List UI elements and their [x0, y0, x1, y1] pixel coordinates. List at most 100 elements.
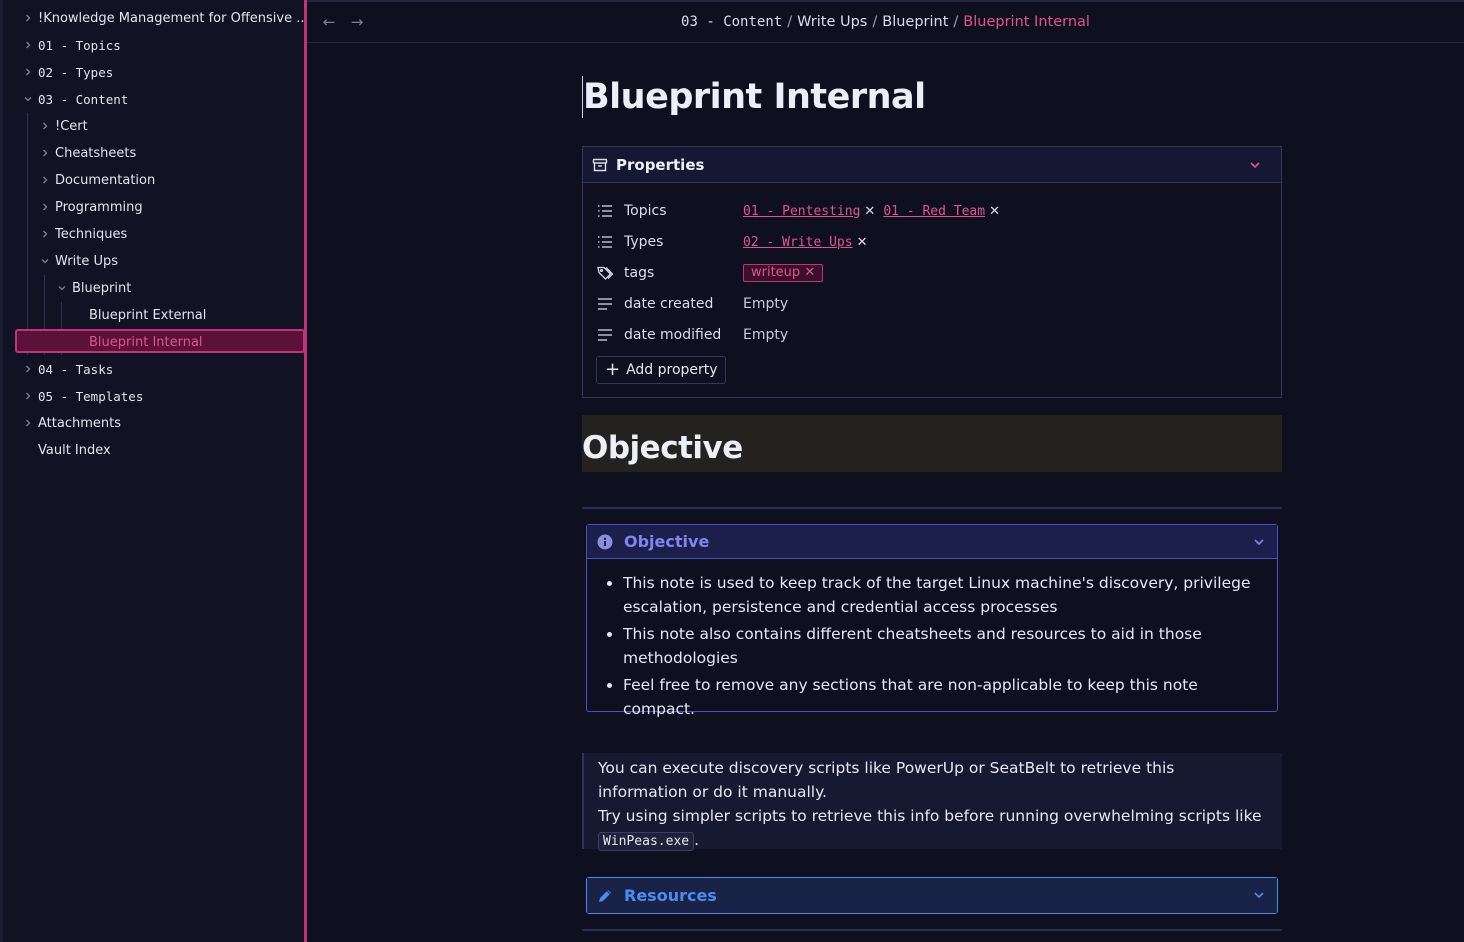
- inline-code: WinPeas.exe: [598, 832, 695, 851]
- topic-link[interactable]: 01 - Red Team: [883, 204, 985, 219]
- tags-icon: [597, 266, 613, 280]
- archive-icon: [592, 158, 608, 171]
- breadcrumb-item[interactable]: Write Ups: [797, 14, 867, 30]
- tree-folder[interactable]: Attachments: [21, 410, 121, 436]
- tree-item-label: 02 - Types: [38, 64, 114, 80]
- chevron-right-icon[interactable]: [21, 389, 35, 403]
- tree-folder[interactable]: Cheatsheets: [38, 140, 136, 166]
- list-icon: [598, 205, 612, 217]
- tree-item-label: Blueprint Internal: [89, 334, 203, 350]
- tree-item-label: 05 - Templates: [38, 388, 144, 404]
- page-title[interactable]: Blueprint Internal: [582, 76, 926, 118]
- callout-title: Objective: [624, 532, 710, 551]
- type-link[interactable]: 02 - Write Ups: [743, 235, 853, 250]
- chevron-right-icon[interactable]: [38, 200, 52, 214]
- plus-icon: +: [605, 359, 621, 380]
- text-icon: [598, 298, 612, 310]
- tree-folder[interactable]: 01 - Topics: [21, 32, 121, 58]
- tree-folder[interactable]: !Knowledge Management for Offensive ...: [21, 5, 304, 31]
- editor-pane: ← → 03 - Content / Write Ups / Blueprint / Blu…: [307, 0, 1464, 942]
- info-icon: [597, 534, 613, 549]
- tree-folder[interactable]: 05 - Templates: [21, 383, 143, 409]
- property-row-date-created: date created Empty: [597, 292, 788, 316]
- tree-folder[interactable]: Techniques: [38, 221, 127, 247]
- tree-item-label: !Knowledge Management for Offensive ...: [38, 10, 304, 26]
- add-property-button[interactable]: + Add property: [596, 356, 726, 384]
- property-key[interactable]: tags: [624, 265, 654, 281]
- chevron-right-icon[interactable]: [21, 362, 35, 376]
- callout-resources: Resources: [586, 877, 1278, 914]
- list-item: This note is used to keep track of the t…: [623, 571, 1263, 619]
- list-item: This note also contains different cheats…: [623, 622, 1263, 670]
- property-key[interactable]: date created: [624, 296, 713, 312]
- chevron-right-icon[interactable]: [21, 11, 35, 25]
- tree-file-active[interactable]: Blueprint Internal: [72, 329, 203, 355]
- tree-item-label: Write Ups: [55, 253, 118, 269]
- chevron-right-icon[interactable]: [21, 65, 35, 79]
- pencil-icon: [599, 889, 611, 902]
- breadcrumb-item[interactable]: 03 - Content: [681, 14, 782, 30]
- tree-item-label: !Cert: [55, 118, 88, 134]
- remove-tag-icon[interactable]: ✕: [804, 265, 815, 280]
- properties-header[interactable]: Properties: [583, 147, 1281, 183]
- properties-label: Properties: [616, 155, 705, 174]
- chevron-down-icon[interactable]: [1253, 889, 1265, 901]
- add-property-label: Add property: [626, 362, 718, 378]
- chevron-right-icon[interactable]: [38, 227, 52, 241]
- chevron-down-icon[interactable]: [55, 281, 69, 295]
- callout-body: This note is used to keep track of the t…: [587, 559, 1277, 736]
- property-key[interactable]: Types: [624, 234, 663, 250]
- chevron-right-icon[interactable]: [38, 119, 52, 133]
- remove-icon[interactable]: ✕: [989, 204, 1000, 219]
- chevron-down-icon[interactable]: [1253, 536, 1265, 548]
- property-row-tags: tags writeup ✕: [597, 261, 824, 285]
- tree-item-label: Programming: [55, 199, 143, 215]
- quote-text: .: [694, 831, 700, 849]
- tree-folder[interactable]: Programming: [38, 194, 143, 220]
- callout-header[interactable]: Objective: [587, 525, 1277, 559]
- list-icon: [598, 236, 612, 248]
- tree-item-label: Attachments: [38, 415, 121, 431]
- heading-objective[interactable]: Objective: [582, 430, 743, 466]
- topic-link[interactable]: 01 - Pentesting: [743, 204, 860, 219]
- tree-file[interactable]: Blueprint External: [72, 302, 206, 328]
- tag-pill[interactable]: writeup ✕: [743, 264, 824, 282]
- tree-file[interactable]: Vault Index: [21, 437, 111, 463]
- tag-label: writeup: [751, 265, 801, 280]
- blockquote[interactable]: You can execute discovery scripts like P…: [582, 753, 1282, 851]
- callout-header[interactable]: Resources: [587, 878, 1277, 913]
- chevron-down-icon[interactable]: [1249, 159, 1261, 171]
- tree-folder[interactable]: 04 - Tasks: [21, 356, 113, 382]
- properties-panel: Properties Topics 01 - Pentesting ✕ 01 - …: [582, 146, 1282, 398]
- property-value[interactable]: Empty: [743, 296, 788, 312]
- tree-folder[interactable]: 03 - Content: [21, 86, 128, 112]
- chevron-right-icon[interactable]: [21, 416, 35, 430]
- tree-folder[interactable]: !Cert: [38, 113, 88, 139]
- tree-item-label: 04 - Tasks: [38, 361, 114, 377]
- property-key[interactable]: Topics: [624, 203, 667, 219]
- tree-item-label: 01 - Topics: [38, 37, 121, 53]
- remove-icon[interactable]: ✕: [857, 235, 868, 250]
- file-explorer-sidebar: !Knowledge Management for Offensive ... 0…: [0, 0, 304, 942]
- tree-folder[interactable]: Documentation: [38, 167, 155, 193]
- chevron-down-icon[interactable]: [38, 254, 52, 268]
- property-key[interactable]: date modified: [624, 327, 721, 343]
- tree-item-label: Vault Index: [38, 442, 111, 458]
- chevron-right-icon[interactable]: [38, 173, 52, 187]
- tree-folder[interactable]: Blueprint: [55, 275, 131, 301]
- tree-folder[interactable]: Write Ups: [38, 248, 118, 274]
- property-value[interactable]: Empty: [743, 327, 788, 343]
- breadcrumb-item[interactable]: Blueprint: [882, 14, 948, 30]
- tree-item-label: Blueprint: [72, 280, 132, 296]
- chevron-down-icon[interactable]: [21, 92, 35, 106]
- view-header: ← → 03 - Content / Write Ups / Blueprint / Blu…: [307, 0, 1464, 43]
- chevron-right-icon[interactable]: [38, 146, 52, 160]
- tree-folder[interactable]: 02 - Types: [21, 59, 113, 85]
- breadcrumb: 03 - Content / Write Ups / Blueprint / Bluepri…: [681, 14, 1090, 30]
- tree-indent-guide: [27, 113, 28, 355]
- tree-item-label: Cheatsheets: [55, 145, 137, 161]
- remove-icon[interactable]: ✕: [864, 204, 875, 219]
- chevron-right-icon[interactable]: [21, 38, 35, 52]
